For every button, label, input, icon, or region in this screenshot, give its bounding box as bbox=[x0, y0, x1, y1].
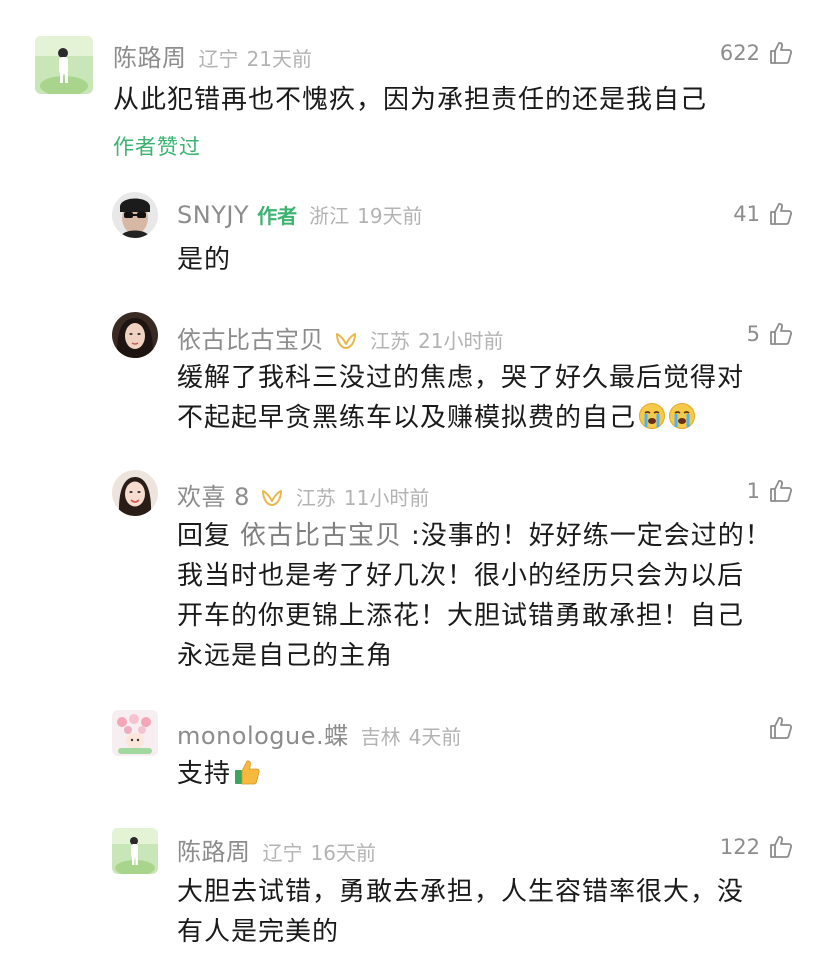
avatar[interactable] bbox=[112, 828, 158, 874]
like-button[interactable]: 41 bbox=[733, 201, 794, 227]
avatar[interactable] bbox=[112, 312, 158, 358]
comment-top-level: 陈路周 辽宁 21天前 622 从此犯错再也不愧疚，因为承担责任的还是我自己 作… bbox=[0, 0, 828, 170]
thumbs-up-icon bbox=[770, 717, 793, 739]
thumbs-up-icon bbox=[770, 42, 793, 64]
thumbs-up-emoji bbox=[235, 760, 260, 785]
like-count: 122 bbox=[719, 835, 760, 859]
comment-meta: 欢喜 8 江苏 11小时前 bbox=[177, 477, 429, 512]
nickname[interactable]: monologue.蝶 bbox=[177, 716, 349, 751]
comment-reply: 陈路周 辽宁 16天前 122 大胆去试错，勇敢去承担，人生容错率很大，没 有人… bbox=[0, 810, 828, 972]
author-liked-label: 作者赞过 bbox=[113, 135, 201, 159]
comment-text: 支持 bbox=[177, 754, 261, 794]
location: 江苏 bbox=[295, 486, 336, 510]
comment-reply: monologue.蝶 吉林 4天前 支持 bbox=[0, 690, 828, 810]
like-count: 1 bbox=[746, 479, 760, 503]
fan-badge-icon bbox=[261, 490, 282, 506]
location: 辽宁 bbox=[262, 841, 303, 865]
timestamp: 19天前 bbox=[357, 204, 423, 228]
comment-text-line: 永远是自己的主角 bbox=[177, 641, 394, 671]
location: 江苏 bbox=[370, 329, 410, 353]
comment-text-line: 不起起早贪黑练车以及赚模拟费的自己 bbox=[177, 398, 744, 438]
thumbs-up-icon bbox=[770, 836, 793, 858]
comment-meta: SNYJY 作者 浙江 19天前 bbox=[177, 200, 423, 229]
thumbs-up-icon bbox=[770, 480, 793, 502]
reply-text: :没事的！好好练一定会过的！ bbox=[411, 521, 772, 551]
fan-badge-icon bbox=[336, 333, 356, 349]
comment-reply: 欢喜 8 江苏 11小时前 1 回复 依古比古宝贝 :没事的！好好练一定会过的！ 我… bbox=[0, 450, 828, 690]
like-count: 5 bbox=[746, 322, 760, 346]
nickname[interactable]: 欢喜 8 bbox=[177, 477, 250, 512]
comment-text: 大胆去试错，勇敢去承担，人生容错率很大，没 有人是完美的 bbox=[177, 872, 744, 952]
like-button[interactable]: 122 bbox=[720, 834, 794, 860]
comment-text-line: 有人是完美的 bbox=[177, 917, 340, 947]
nickname[interactable]: 陈路周 bbox=[177, 832, 251, 867]
loudly-crying-emoji bbox=[639, 403, 666, 429]
reply-prefix: 回复 bbox=[177, 521, 232, 551]
timestamp: 11小时前 bbox=[343, 486, 430, 510]
like-button[interactable]: 622 bbox=[720, 40, 794, 66]
comment-meta: 陈路周 辽宁 21天前 bbox=[113, 38, 312, 73]
like-count: 622 bbox=[719, 41, 760, 65]
comment-text: 从此犯错再也不愧疚，因为承担责任的还是我自己 bbox=[113, 85, 708, 115]
comment-text-line: 回复 依古比古宝贝 :没事的！好好练一定会过的！ bbox=[177, 516, 772, 556]
timestamp: 16天前 bbox=[310, 841, 376, 865]
timestamp: 21天前 bbox=[246, 47, 312, 71]
like-count: 41 bbox=[733, 202, 760, 226]
author-tag: 作者 bbox=[257, 204, 298, 228]
avatar[interactable] bbox=[112, 192, 158, 238]
nickname[interactable]: SNYJY bbox=[177, 201, 249, 229]
location: 辽宁 bbox=[198, 47, 239, 71]
comment-text: 缓解了我科三没过的焦虑，哭了好久最后觉得对 不起起早贪黑练车以及赚模拟费的自己 bbox=[177, 358, 744, 438]
comment-meta: 依古比古宝贝 江苏 21小时前 bbox=[177, 320, 503, 355]
comment-reply: SNYJY 作者 浙江 19天前 41 是的 bbox=[0, 170, 828, 290]
comment-text-line: 开车的你更锦上添花！大胆试错勇敢承担！自己 bbox=[177, 601, 745, 631]
like-button[interactable]: 5 bbox=[747, 321, 794, 347]
comment-meta: 陈路周 辽宁 16天前 bbox=[177, 832, 376, 867]
avatar[interactable] bbox=[112, 710, 158, 756]
avatar[interactable] bbox=[35, 36, 93, 94]
location: 吉林 bbox=[360, 725, 401, 749]
comment-thread: 陈路周 辽宁 21天前 622 从此犯错再也不愧疚，因为承担责任的还是我自己 作… bbox=[0, 0, 828, 972]
comment-text-line: 缓解了我科三没过的焦虑，哭了好久最后觉得对 bbox=[177, 363, 745, 393]
location: 浙江 bbox=[309, 204, 350, 228]
reply-target-nickname[interactable]: 依古比古宝贝 bbox=[240, 521, 402, 551]
comment-text-line: 大胆去试错，勇敢去承担，人生容错率很大，没 bbox=[177, 877, 745, 907]
nickname[interactable]: 依古比古宝贝 bbox=[177, 320, 324, 355]
avatar[interactable] bbox=[112, 470, 158, 516]
comment-reply: 依古比古宝贝 江苏 21小时前 5 缓解了我科三没过的焦虑，哭了好久最后觉得对 … bbox=[0, 290, 828, 450]
comment-text: 回复 依古比古宝贝 :没事的！好好练一定会过的！ 我当时也是考了好几次！很小的经历只… bbox=[177, 516, 772, 676]
loudly-crying-emoji bbox=[669, 403, 696, 429]
like-button[interactable] bbox=[760, 715, 794, 741]
nickname[interactable]: 陈路周 bbox=[113, 38, 187, 73]
thumbs-up-icon bbox=[770, 323, 793, 345]
comment-text-line: 我当时也是考了好几次！很小的经历只会为以后 bbox=[177, 561, 745, 591]
like-button[interactable]: 1 bbox=[747, 478, 794, 504]
timestamp: 21小时前 bbox=[418, 329, 504, 353]
comment-text: 是的 bbox=[177, 245, 232, 275]
thumbs-up-icon bbox=[770, 203, 793, 225]
timestamp: 4天前 bbox=[408, 725, 462, 749]
comment-meta: monologue.蝶 吉林 4天前 bbox=[177, 716, 461, 751]
